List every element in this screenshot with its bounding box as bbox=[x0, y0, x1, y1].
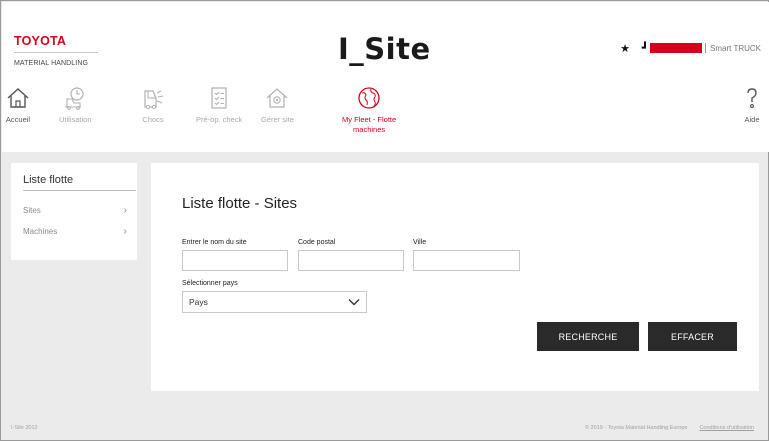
help-label: Aide bbox=[744, 115, 760, 124]
star-icon[interactable]: ★ bbox=[620, 42, 630, 55]
app-title: I_Site bbox=[338, 32, 431, 66]
nav-label-gerer-site: Gérer site bbox=[261, 115, 294, 124]
checklist-icon bbox=[211, 87, 227, 109]
nav-item-utilisation[interactable]: Utilisation bbox=[59, 85, 92, 125]
help-icon bbox=[747, 88, 757, 108]
city-input[interactable] bbox=[413, 250, 520, 271]
nav-item-accueil[interactable]: Accueil bbox=[5, 85, 31, 125]
terms-link[interactable]: Conditions d'utilisation bbox=[699, 425, 754, 431]
footer-copyright: © 2019 - Toyota Material Handling Europe bbox=[585, 425, 688, 431]
page-title: Liste flotte - Sites bbox=[182, 195, 298, 212]
postal-code-input[interactable] bbox=[298, 250, 404, 271]
user-icon: ┛ bbox=[642, 42, 649, 54]
nav-label-pre-op-check: Pré-op. check bbox=[196, 115, 243, 124]
sidebar-item-label: Sites bbox=[23, 205, 41, 215]
sidebar-title: Liste flotte bbox=[23, 174, 74, 186]
sidebar-item-sites[interactable]: Sites › bbox=[23, 203, 127, 217]
nav-label-my-fleet-line2: machines bbox=[353, 125, 386, 134]
usage-icon bbox=[65, 87, 84, 110]
redacted-username bbox=[650, 43, 703, 53]
user-separator bbox=[705, 43, 707, 53]
chevron-down-icon bbox=[348, 299, 360, 306]
product-label[interactable]: Smart TRUCK bbox=[710, 44, 761, 53]
logo-subtitle-text: MATERIAL HANDLING bbox=[14, 60, 89, 67]
globe-icon bbox=[358, 87, 380, 109]
country-select-value: Pays bbox=[189, 297, 208, 307]
chevron-right-icon: › bbox=[123, 225, 127, 237]
sidebar-item-machines[interactable]: Machines › bbox=[23, 224, 127, 238]
footer-right: © 2019 - Toyota Material Handling Europe… bbox=[585, 425, 754, 431]
truck-impact-icon bbox=[144, 90, 164, 110]
footer-version: I-Site 2012 bbox=[11, 425, 38, 431]
sidebar-divider bbox=[23, 190, 136, 191]
main-panel: Liste flotte - Sites Entrer le nom du si… bbox=[151, 163, 759, 391]
sidebar-item-label: Machines bbox=[23, 226, 58, 236]
app-window: TOYOTA MATERIAL HANDLING I_Site ★ ┛ Smar… bbox=[0, 0, 769, 441]
nav-item-my-fleet[interactable]: My Fleet - Flotte machines bbox=[342, 85, 396, 135]
nav-label-my-fleet-line1: My Fleet - Flotte bbox=[342, 115, 397, 124]
home-icon bbox=[7, 88, 29, 108]
nav-item-gerer-site[interactable]: Gérer site bbox=[261, 85, 294, 125]
site-name-input[interactable] bbox=[182, 250, 288, 271]
user-area: ★ ┛ Smart TRUCK bbox=[620, 41, 761, 55]
nav-label-chocs: Chocs bbox=[142, 115, 164, 124]
clear-button[interactable]: EFFACER bbox=[648, 322, 737, 351]
city-label: Ville bbox=[413, 239, 427, 246]
nav-item-chocs[interactable]: Chocs bbox=[140, 85, 166, 125]
logo-brand-text: TOYOTA bbox=[14, 34, 98, 53]
toyota-logo[interactable]: TOYOTA MATERIAL HANDLING bbox=[14, 34, 104, 67]
help-button[interactable]: Aide bbox=[739, 85, 765, 125]
chevron-right-icon: › bbox=[123, 204, 127, 216]
header: TOYOTA MATERIAL HANDLING I_Site ★ ┛ Smar… bbox=[2, 2, 769, 152]
nav-label-utilisation: Utilisation bbox=[59, 115, 92, 124]
site-name-label: Entrer le nom du site bbox=[182, 239, 247, 246]
sidebar: Liste flotte Sites › Machines › bbox=[11, 163, 137, 260]
country-select[interactable]: Pays bbox=[182, 291, 367, 313]
search-button[interactable]: RECHERCHE bbox=[537, 322, 639, 351]
nav-label-accueil: Accueil bbox=[5, 115, 31, 124]
site-settings-icon bbox=[267, 88, 288, 108]
postal-code-label: Code postal bbox=[298, 239, 336, 246]
country-label: Sélectionner pays bbox=[182, 280, 238, 287]
nav-item-pre-op-check[interactable]: Pré-op. check bbox=[196, 85, 242, 125]
